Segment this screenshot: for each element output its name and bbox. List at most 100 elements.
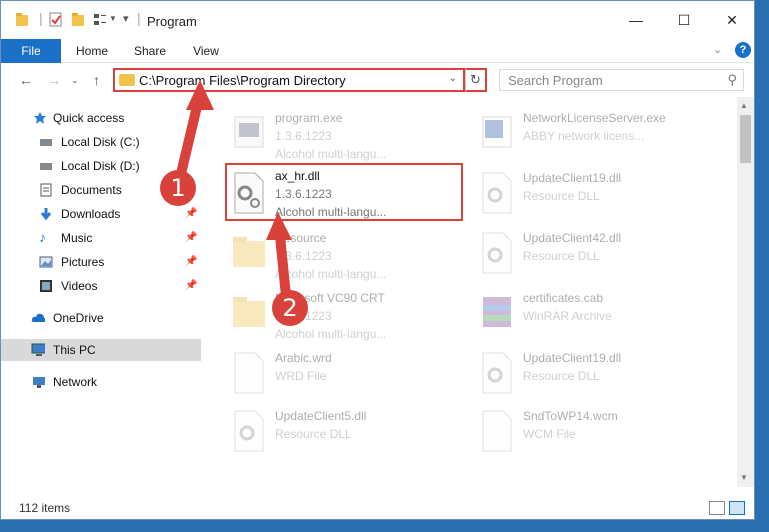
file-item[interactable]: Microsoft VC90 CRT 1.3.6.1223 Alcohol mu… (227, 287, 467, 347)
sidebar-item-network[interactable]: Network (1, 371, 201, 393)
file-description: Alcohol multi-langu... (275, 327, 387, 341)
file-item-selected[interactable]: ax_hr.dll 1.3.6.1223 Alcohol multi-langu… (225, 163, 463, 221)
file-item[interactable]: UpdateClient5.dll Resource DLL (227, 405, 467, 465)
large-icons-view-icon[interactable] (729, 501, 745, 515)
document-icon (40, 183, 52, 197)
pin-icon[interactable]: 📌 (185, 208, 197, 219)
scroll-thumb[interactable] (740, 115, 751, 163)
download-icon (40, 208, 52, 221)
close-icon: ✕ (726, 11, 738, 28)
minimize-button[interactable]: — (613, 1, 659, 39)
file-item[interactable]: NetworkLicenseServer.exe ABBY network li… (475, 107, 715, 167)
file-description: Alcohol multi-langu... (275, 267, 387, 281)
forward-icon[interactable]: → (47, 72, 61, 88)
file-name: UpdateClient19.dll (523, 171, 622, 185)
file-description: Resource DLL (523, 369, 600, 383)
tab-file[interactable]: File (1, 39, 61, 63)
generic-file-icon (482, 410, 512, 452)
file-item[interactable]: UpdateClient19.dll Resource DLL (475, 347, 715, 407)
file-name: Resource (275, 231, 327, 245)
sidebar-item-downloads[interactable]: Downloads 📌 (1, 203, 201, 225)
search-input[interactable]: Search Program ⚲ (499, 69, 744, 91)
sidebar-item-label: Music (61, 231, 93, 245)
tab-share[interactable]: Share (127, 39, 173, 63)
maximize-button[interactable]: ☐ (661, 1, 707, 39)
details-view-icon[interactable] (709, 501, 725, 515)
dll-gear-icon (234, 410, 264, 452)
sidebar-item-this-pc[interactable]: This PC (1, 339, 201, 361)
recent-locations-icon[interactable]: ⌄ (71, 75, 79, 86)
tab-home[interactable]: Home (69, 39, 115, 63)
new-folder-icon[interactable] (71, 12, 85, 28)
file-version: 1.3.6.1223 (275, 129, 332, 143)
expand-ribbon-icon[interactable]: ⌄ (713, 43, 722, 56)
file-item[interactable]: UpdateClient42.dll Resource DLL (475, 227, 715, 287)
title-bar: | ▼ ▾ | Program — ☐ ✕ (1, 1, 754, 39)
sidebar-item-local-disk-c[interactable]: Local Disk (C:) (1, 131, 201, 153)
scroll-down-icon[interactable]: ▼ (740, 473, 748, 482)
address-bar[interactable]: C:\Program Files\Program Directory ⌄ (113, 68, 465, 92)
file-version: 1.3.6.1223 (275, 249, 332, 263)
sidebar-item-label: Local Disk (C:) (61, 135, 140, 149)
help-icon[interactable]: ? (735, 42, 751, 58)
refresh-button[interactable]: ↻ (465, 68, 487, 92)
file-name: program.exe (275, 111, 343, 125)
scroll-up-icon[interactable]: ▲ (740, 101, 748, 110)
sidebar-item-label: Quick access (53, 111, 125, 125)
tab-view[interactable]: View (185, 39, 227, 63)
step-badge-2: 2 (272, 290, 308, 326)
file-name: ax_hr.dll (275, 169, 320, 183)
properties-icon[interactable] (49, 12, 63, 28)
dll-gear-icon (234, 172, 264, 214)
sidebar-item-label: OneDrive (53, 311, 104, 325)
file-item[interactable]: Resource 1.3.6.1223 Alcohol multi-langu.… (227, 227, 467, 287)
file-item[interactable]: certificates.cab WinRAR Archive (475, 287, 715, 347)
separator-icon: | (137, 10, 141, 26)
customize-view-icon[interactable] (93, 12, 107, 28)
exe-icon (482, 116, 512, 148)
star-icon (34, 112, 46, 124)
back-icon[interactable]: ← (19, 72, 33, 88)
qat-dropdown-icon[interactable]: ▾ (123, 12, 129, 28)
search-placeholder: Search Program (508, 73, 603, 88)
exe-icon (234, 116, 264, 148)
sidebar-item-onedrive[interactable]: OneDrive (1, 307, 201, 329)
sidebar-item-videos[interactable]: Videos 📌 (1, 275, 201, 297)
sidebar-item-label: Documents (61, 183, 122, 197)
file-item[interactable]: UpdateClient19.dll Resource DLL (475, 167, 715, 227)
close-button[interactable]: ✕ (709, 1, 754, 39)
sidebar-item-label: Pictures (61, 255, 105, 269)
pin-icon[interactable]: 📌 (185, 232, 197, 243)
generic-file-icon (234, 352, 264, 394)
sidebar-item-label: Local Disk (D:) (61, 159, 140, 173)
file-description: WinRAR Archive (523, 309, 612, 323)
vertical-scrollbar[interactable]: ▲ ▼ (737, 97, 754, 487)
dll-gear-icon (482, 172, 512, 214)
sidebar-item-music[interactable]: ♪ Music 📌 (1, 227, 201, 249)
refresh-icon: ↻ (470, 72, 481, 87)
folder-icon (233, 297, 265, 327)
pin-icon[interactable]: 📌 (185, 280, 197, 291)
window-title: Program (147, 14, 197, 29)
file-name: certificates.cab (523, 291, 604, 305)
maximize-icon: ☐ (677, 11, 691, 28)
up-icon[interactable]: ↑ (93, 72, 100, 88)
file-item[interactable]: Arabic.wrd WRD File (227, 347, 467, 407)
file-description: WCM File (523, 427, 576, 441)
file-item[interactable]: SndToWP14.wcm WCM File (475, 405, 715, 465)
file-name: NetworkLicenseServer.exe (523, 111, 666, 125)
sidebar-item-label: Videos (61, 279, 98, 293)
file-description: Alcohol multi-langu... (275, 147, 387, 161)
chevron-down-icon[interactable]: ⌄ (449, 73, 457, 84)
file-explorer-window: | ▼ ▾ | Program — ☐ ✕ File Home Share Vi… (0, 0, 755, 520)
file-item[interactable]: program.exe 1.3.6.1223 Alcohol multi-lan… (227, 107, 467, 167)
pin-icon[interactable]: 📌 (185, 256, 197, 267)
sidebar-item-quick-access[interactable]: Quick access (1, 107, 201, 129)
folder-icon[interactable] (15, 12, 29, 28)
sidebar-item-label: This PC (53, 343, 96, 357)
dll-gear-icon (482, 232, 512, 274)
sidebar-item-pictures[interactable]: Pictures 📌 (1, 251, 201, 273)
drive-icon (40, 139, 52, 146)
chevron-down-icon[interactable]: ▼ (109, 14, 117, 30)
sidebar-item-label: Network (53, 375, 98, 389)
